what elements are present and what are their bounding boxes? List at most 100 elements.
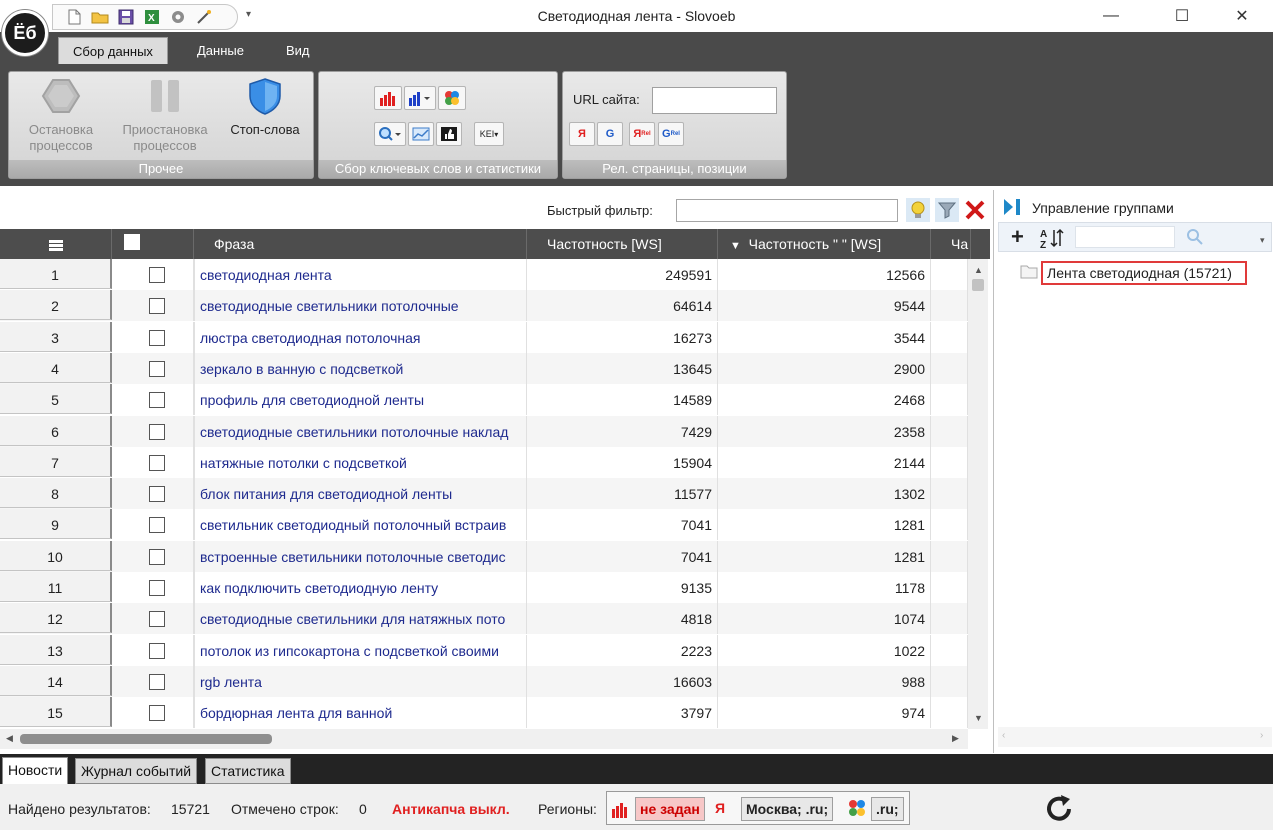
row-number[interactable]: 4 <box>0 353 112 383</box>
frequency-quoted-cell[interactable]: 1302 <box>718 478 931 509</box>
table-row[interactable]: 7 натяжные потолки с подсветкой 15904 2144 <box>0 447 968 478</box>
frequency-quoted-cell[interactable]: 1178 <box>718 572 931 603</box>
row-checkbox[interactable] <box>149 424 165 440</box>
frequency-quoted-cell[interactable]: 9544 <box>718 290 931 321</box>
pause-processes-button[interactable]: Приостановка процессов <box>113 76 217 154</box>
row-checkbox[interactable] <box>149 580 165 596</box>
frequency-quoted-cell[interactable]: 1281 <box>718 541 931 572</box>
horizontal-scrollbar[interactable]: ◀ ▶ <box>0 729 968 749</box>
table-row[interactable]: 10 встроенные светильники потолочные свет… <box>0 541 968 572</box>
frequency-quoted-cell[interactable]: 1074 <box>718 603 931 634</box>
row-checkbox[interactable] <box>149 392 165 408</box>
google-colors-icon[interactable] <box>438 86 466 110</box>
frequency-ws-cell[interactable]: 15904 <box>527 447 718 478</box>
column-header-frequency-quoted[interactable]: ▼ Частотность " " [WS] <box>718 229 931 259</box>
frequency-quoted-cell[interactable]: 3544 <box>718 322 931 353</box>
anticaptcha-status[interactable]: Антикапча выкл. <box>392 801 510 817</box>
kei-dropdown-button[interactable]: KEI ▾ <box>474 122 504 146</box>
yandex-relevance-icon[interactable]: Я <box>569 122 595 146</box>
row-number[interactable]: 5 <box>0 384 112 414</box>
frequency-more-cell[interactable] <box>931 416 968 447</box>
row-checkbox[interactable] <box>149 517 165 533</box>
row-checkbox[interactable] <box>149 486 165 502</box>
groups-search-icon[interactable] <box>1185 227 1205 247</box>
collapse-panel-icon[interactable] <box>1002 196 1024 218</box>
refresh-icon[interactable] <box>1044 794 1076 824</box>
table-row[interactable]: 3 люстра светодиодная потолочная 16273 3544 <box>0 322 968 353</box>
app-logo[interactable]: Ёб <box>2 10 48 56</box>
phrase-cell[interactable]: светодиодные светильники потолочные <box>194 290 527 321</box>
table-row[interactable]: 4 зеркало в ванную с подсветкой 13645 2900 <box>0 353 968 384</box>
sort-az-icon[interactable]: AZ <box>1039 226 1065 251</box>
frequency-more-cell[interactable] <box>931 353 968 384</box>
phrase-cell[interactable]: rgb лента <box>194 666 527 697</box>
row-checkbox[interactable] <box>149 361 165 377</box>
phrase-cell[interactable]: зеркало в ванную с подсветкой <box>194 353 527 384</box>
regions-selector[interactable]: не задан Я Москва; .ru; .ru; <box>606 791 910 825</box>
phrase-cell[interactable]: светодиодные светильники потолочные накл… <box>194 416 527 447</box>
frequency-ws-cell[interactable]: 249591 <box>527 259 718 290</box>
close-window-button[interactable]: ✕ <box>1219 2 1265 30</box>
tab-news[interactable]: Новости <box>2 757 69 784</box>
phrase-cell[interactable]: натяжные потолки с подсветкой <box>194 447 527 478</box>
row-checkbox[interactable] <box>149 298 165 314</box>
google-positions-icon[interactable]: G Rel <box>658 122 684 146</box>
row-number[interactable]: 1 <box>0 259 112 289</box>
select-all-checkbox[interactable] <box>124 234 140 250</box>
frequency-more-cell[interactable] <box>931 259 968 290</box>
tab-data-collection[interactable]: Сбор данных <box>58 37 168 64</box>
phrase-cell[interactable]: светодиодные светильники для натяжных по… <box>194 603 527 634</box>
groups-scroll-left-icon[interactable]: ‹ <box>1002 730 1005 741</box>
tab-statistics[interactable]: Статистика <box>205 758 291 784</box>
row-checkbox[interactable] <box>149 455 165 471</box>
toolbar-overflow-icon[interactable]: ▾ <box>1260 235 1265 246</box>
frequency-ws-cell[interactable]: 16273 <box>527 322 718 353</box>
site-url-input[interactable] <box>652 87 777 114</box>
groups-search-input[interactable] <box>1075 226 1175 248</box>
table-row[interactable]: 9 светильник светодиодный потолочный встр… <box>0 509 968 540</box>
frequency-quoted-cell[interactable]: 1281 <box>718 509 931 540</box>
frequency-ws-cell[interactable]: 3797 <box>527 697 718 728</box>
frequency-quoted-cell[interactable]: 2468 <box>718 384 931 415</box>
scroll-right-icon[interactable]: ▶ <box>952 733 959 744</box>
row-number[interactable]: 9 <box>0 509 112 539</box>
maximize-button[interactable]: ☐ <box>1159 2 1205 30</box>
frequency-quoted-cell[interactable]: 12566 <box>718 259 931 290</box>
add-group-icon[interactable]: + <box>1011 225 1024 249</box>
frequency-more-cell[interactable] <box>931 322 968 353</box>
row-number[interactable]: 8 <box>0 478 112 508</box>
frequency-more-cell[interactable] <box>931 541 968 572</box>
lightbulb-filter-icon[interactable] <box>906 198 930 222</box>
groups-scroll-right-icon[interactable]: › <box>1260 730 1263 741</box>
table-row[interactable]: 6 светодиодные светильники потолочные нак… <box>0 416 968 447</box>
frequency-more-cell[interactable] <box>931 603 968 634</box>
phrase-cell[interactable]: светильник светодиодный потолочный встра… <box>194 509 527 540</box>
phrase-cell[interactable]: светодиодная лента <box>194 259 527 290</box>
phrase-cell[interactable]: бордюрная лента для ванной <box>194 697 527 728</box>
phrase-cell[interactable]: как подключить светодиодную ленту <box>194 572 527 603</box>
frequency-more-cell[interactable] <box>931 509 968 540</box>
table-row[interactable]: 5 профиль для светодиодной ленты 14589 2468 <box>0 384 968 415</box>
frequency-more-cell[interactable] <box>931 572 968 603</box>
clear-filter-icon[interactable] <box>963 198 987 222</box>
row-checkbox[interactable] <box>149 330 165 346</box>
frequency-more-cell[interactable] <box>931 635 968 666</box>
frequency-ws-cell[interactable]: 13645 <box>527 353 718 384</box>
tab-event-log[interactable]: Журнал событий <box>75 758 198 784</box>
minimize-button[interactable]: — <box>1088 2 1134 30</box>
row-header-corner[interactable] <box>0 229 112 259</box>
row-number[interactable]: 10 <box>0 541 112 571</box>
frequency-more-cell[interactable] <box>931 384 968 415</box>
row-number[interactable]: 15 <box>0 697 112 727</box>
column-header-frequency-more[interactable]: Ча <box>931 229 971 259</box>
row-checkbox[interactable] <box>149 267 165 283</box>
vertical-scrollbar[interactable]: ▲ ▼ <box>968 259 988 729</box>
row-number[interactable]: 12 <box>0 603 112 633</box>
row-number[interactable]: 6 <box>0 416 112 446</box>
frequency-more-cell[interactable] <box>931 666 968 697</box>
group-tree-item[interactable]: Лента светодиодная (15721) <box>1041 261 1247 285</box>
table-row[interactable]: 15 бордюрная лента для ванной 3797 974 <box>0 697 968 728</box>
yandex-positions-icon[interactable]: Я Rel <box>629 122 655 146</box>
phrase-cell[interactable]: блок питания для светодиодной ленты <box>194 478 527 509</box>
row-number[interactable]: 7 <box>0 447 112 477</box>
